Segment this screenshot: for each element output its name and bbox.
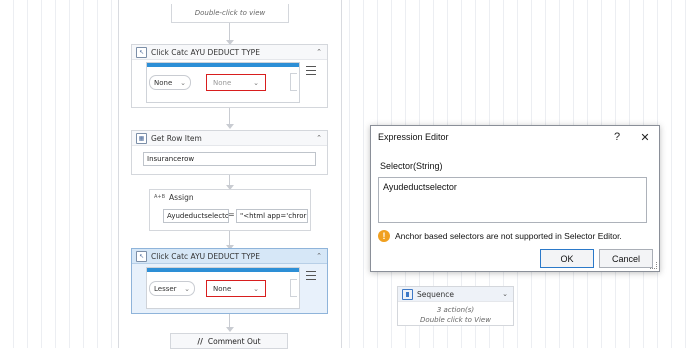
double-click-hint: Double-click to view (194, 9, 266, 17)
sequence-hint: 3 action(s) Double click to View (398, 302, 513, 325)
indicated-element-preview[interactable]: None ⌄ None ⌄ (146, 62, 300, 103)
click-activity-2[interactable]: ↖ Click Catc AYU DEDUCT TYPE ⌃ Lesser ⌄ … (131, 248, 328, 314)
resize-grip-icon[interactable] (650, 262, 657, 269)
collapsed-activity[interactable]: Double-click to view (171, 4, 289, 23)
get-row-item-activity[interactable]: ▦ Get Row Item ⌃ Insurancerow (131, 130, 328, 175)
table-icon: ▦ (136, 132, 147, 144)
menu-icon[interactable] (306, 271, 316, 280)
activity-header: Sequence ⌄ (398, 287, 513, 302)
close-icon[interactable]: ✕ (631, 126, 659, 148)
element-edge (290, 279, 297, 297)
element-edge (290, 73, 297, 91)
select-value: None (213, 284, 232, 293)
select-dropdown: Lesser ⌄ (149, 281, 195, 296)
sequence-activity[interactable]: Sequence ⌄ 3 action(s) Double click to V… (397, 286, 514, 326)
row-input[interactable]: Insurancerow (143, 152, 316, 166)
target-dropdown-highlight: None ⌄ (206, 280, 266, 297)
expression-input[interactable]: Ayudeductselector (378, 177, 647, 223)
assign-icon: A+B (154, 194, 166, 200)
activity-header: ▦ Get Row Item ⌃ (132, 131, 327, 146)
actions-count: 3 action(s) (436, 306, 475, 314)
select-value: Lesser (154, 284, 177, 293)
double-click-hint: Double click to View (420, 316, 491, 324)
collapse-icon[interactable]: ⌃ (315, 252, 323, 260)
collapse-icon[interactable]: ⌃ (315, 134, 323, 142)
activity-title: Comment Out (207, 336, 261, 346)
sequence-icon (402, 288, 413, 300)
activity-title: Assign (169, 192, 194, 202)
connector (229, 22, 230, 42)
click-activity-1[interactable]: ↖ Click Catc AYU DEDUCT TYPE ⌃ None ⌄ No… (131, 44, 328, 108)
select-value: None (213, 78, 232, 87)
expression-type-label: Selector(String) (380, 161, 443, 171)
activity-title: Sequence (417, 289, 454, 299)
select-value: None (154, 78, 173, 87)
activity-title: Click Catc AYU DEDUCT TYPE (151, 251, 260, 261)
comment-out-activity[interactable]: // Comment Out (170, 333, 288, 349)
activity-title: Get Row Item (151, 133, 202, 143)
cancel-button[interactable]: Cancel (599, 249, 653, 268)
indicated-element-preview[interactable]: Lesser ⌄ None ⌄ (146, 267, 300, 309)
warning-icon: ! (378, 230, 390, 242)
expand-icon[interactable]: ⌄ (501, 290, 509, 298)
collapse-icon[interactable]: ⌃ (315, 48, 323, 56)
assign-activity[interactable]: A+B Assign Ayudeductselector = "<html ap… (149, 189, 311, 231)
menu-icon[interactable] (306, 66, 316, 75)
click-icon: ↖ (136, 250, 147, 262)
equals-sign: = (228, 210, 235, 219)
warning-message: ! Anchor based selectors are not support… (378, 230, 622, 242)
activity-header: ↖ Click Catc AYU DEDUCT TYPE ⌃ (132, 249, 327, 264)
chevron-down-icon: ⌄ (184, 284, 190, 293)
browser-bar (147, 63, 299, 67)
connector (229, 106, 230, 126)
ok-button[interactable]: OK (540, 249, 594, 268)
dialog-titlebar: Expression Editor ? ✕ (371, 126, 659, 148)
arrow-icon (226, 124, 234, 129)
activity-header: A+B Assign (150, 190, 310, 204)
help-icon[interactable]: ? (603, 126, 631, 148)
dialog-title: Expression Editor (378, 132, 449, 142)
browser-bar (147, 268, 299, 272)
chevron-down-icon: ⌄ (253, 284, 259, 293)
assign-value-input[interactable]: "<html app='chror (236, 209, 308, 223)
chevron-down-icon: ⌄ (180, 78, 186, 87)
activity-title: Click Catc AYU DEDUCT TYPE (151, 47, 260, 57)
click-icon: ↖ (136, 46, 147, 58)
arrow-icon (226, 327, 234, 332)
expression-editor-dialog: Expression Editor ? ✕ Selector(String) A… (370, 125, 660, 272)
chevron-down-icon: ⌄ (253, 78, 259, 87)
select-dropdown: None ⌄ (149, 75, 191, 90)
assign-target-input[interactable]: Ayudeductselector (163, 209, 229, 223)
activity-header: ↖ Click Catc AYU DEDUCT TYPE ⌃ (132, 45, 327, 60)
comment-icon: // (197, 336, 203, 346)
target-dropdown-highlight: None ⌄ (206, 74, 266, 91)
warning-text: Anchor based selectors are not supported… (395, 231, 622, 241)
